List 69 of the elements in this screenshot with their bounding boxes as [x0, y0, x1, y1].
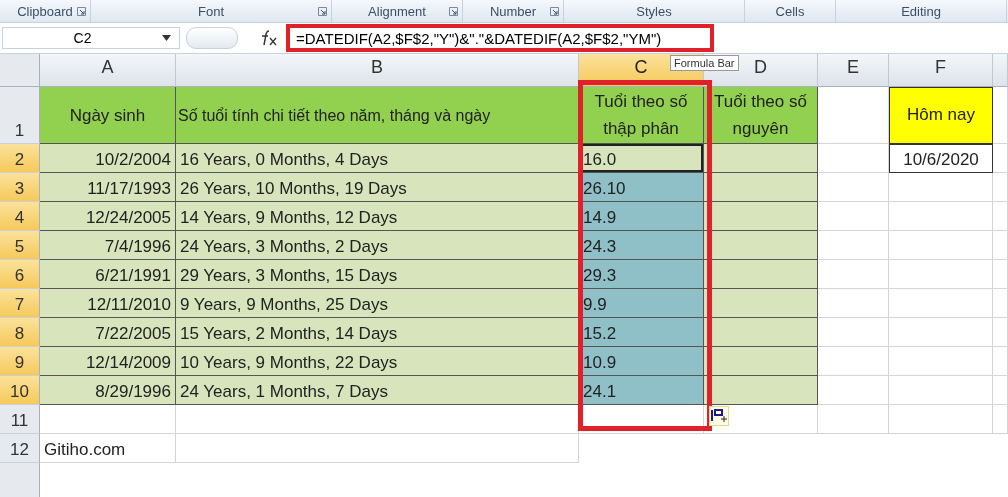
- note-cell: Gitiho.com: [40, 434, 176, 463]
- row-header[interactable]: 3: [0, 173, 40, 202]
- column-header[interactable]: B: [176, 54, 579, 87]
- column-header[interactable]: A: [40, 54, 176, 87]
- empty-cell: [993, 173, 1008, 202]
- birth-date-cell: 11/17/1993: [40, 173, 176, 202]
- row-header[interactable]: 1: [0, 87, 40, 144]
- age-detail-cell: 14 Years, 9 Months, 12 Days: [176, 202, 579, 231]
- age-detail-cell: 24 Years, 3 Months, 2 Days: [176, 231, 579, 260]
- dialog-launcher-icon[interactable]: [318, 7, 327, 16]
- empty-cell: [993, 405, 1008, 434]
- today-label-cell: Hôm nay: [889, 87, 993, 144]
- header-cell: Tuổi theo số nguyên: [704, 87, 818, 144]
- birth-date-cell: 12/14/2009: [40, 347, 176, 376]
- ribbon-group-label: Cells: [775, 3, 805, 19]
- age-detail-cell: 29 Years, 3 Months, 15 Days: [176, 260, 579, 289]
- row-header[interactable]: 2: [0, 144, 40, 173]
- formula-input[interactable]: =DATEDIF(A2,$F$2,"Y")&"."&DATEDIF(A2,$F$2,"YM"): [286, 24, 714, 52]
- today-date-cell: 10/6/2020: [889, 144, 993, 173]
- birth-date-cell: 6/21/1991: [40, 260, 176, 289]
- empty-cell: [818, 405, 889, 434]
- column-header[interactable]: E: [818, 54, 889, 87]
- ribbon-group-label: Alignment: [368, 3, 426, 19]
- empty-cell: [993, 144, 1008, 173]
- empty-cell: [993, 376, 1008, 405]
- ribbon-group-label: Styles: [636, 3, 672, 19]
- dialog-launcher-icon[interactable]: [449, 7, 458, 16]
- formula-bar-resize-handle[interactable]: [186, 27, 238, 49]
- dialog-launcher-icon[interactable]: [550, 7, 559, 16]
- paste-options-icon[interactable]: [709, 406, 729, 426]
- dialog-launcher-icon[interactable]: [77, 7, 86, 16]
- ribbon-group-label: Font: [198, 3, 224, 19]
- row-header[interactable]: 11: [0, 405, 40, 434]
- row-header[interactable]: 10: [0, 376, 40, 405]
- header-cell: Số tuổi tính chi tiết theo năm, tháng và ngày: [176, 87, 579, 144]
- birth-date-cell: 7/4/1996: [40, 231, 176, 260]
- birth-date-cell: 12/24/2005: [40, 202, 176, 231]
- birth-date-cell: 8/29/1996: [40, 376, 176, 405]
- column-header[interactable]: F: [889, 54, 993, 87]
- age-detail-cell: 15 Years, 2 Months, 14 Days: [176, 318, 579, 347]
- empty-cell: [993, 231, 1008, 260]
- tooltip: Formula Bar: [670, 55, 739, 71]
- birth-date-cell: 12/11/2010: [40, 289, 176, 318]
- ribbon-group-label: Number: [489, 3, 537, 19]
- row-header[interactable]: 4: [0, 202, 40, 231]
- name-box[interactable]: C2: [2, 27, 180, 49]
- row-header[interactable]: 9: [0, 347, 40, 376]
- empty-cell: [993, 202, 1008, 231]
- empty-cell: [993, 347, 1008, 376]
- row-header[interactable]: 7: [0, 289, 40, 318]
- row-header[interactable]: 5: [0, 231, 40, 260]
- age-detail-cell: 9 Years, 9 Months, 25 Days: [176, 289, 579, 318]
- caret-icon[interactable]: [162, 35, 171, 41]
- row-header[interactable]: 6: [0, 260, 40, 289]
- birth-date-cell: 10/2/2004: [40, 144, 176, 173]
- empty-cell: [993, 260, 1008, 289]
- age-detail-cell: 26 Years, 10 Months, 19 Days: [176, 173, 579, 202]
- age-detail-cell: 10 Years, 9 Months, 22 Days: [176, 347, 579, 376]
- empty-cell: [993, 289, 1008, 318]
- header-cell: Ngày sinh: [40, 87, 176, 144]
- age-detail-cell: 24 Years, 1 Months, 7 Days: [176, 376, 579, 405]
- ribbon-group-label: Editing: [901, 3, 941, 19]
- row-header[interactable]: 8: [0, 318, 40, 347]
- row-header[interactable]: 12: [0, 434, 40, 463]
- insert-function-icon[interactable]: [260, 30, 278, 46]
- birth-date-cell: 7/22/2005: [40, 318, 176, 347]
- ribbon-group-label: Clipboard: [17, 3, 73, 19]
- empty-cell: [993, 318, 1008, 347]
- age-detail-cell: 16 Years, 0 Months, 4 Days: [176, 144, 579, 173]
